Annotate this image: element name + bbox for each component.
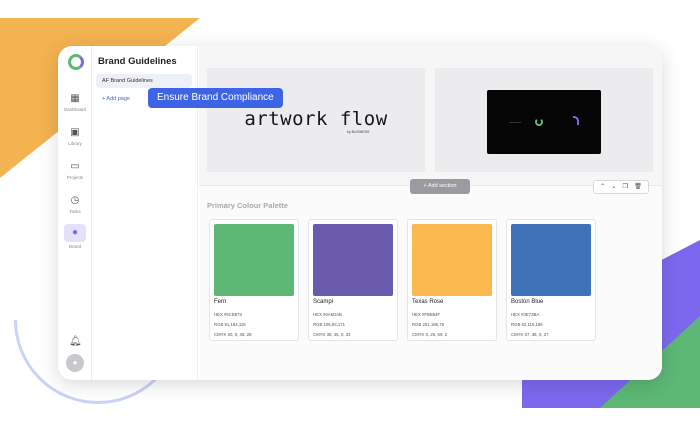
grid-icon: ▦ [70,93,80,104]
rail-item-library[interactable]: ▣ Library [58,126,92,146]
cmyk-value: CMYK 50, 0, 38, 28 [214,332,252,337]
color-swatch-card[interactable]: Fern HEX #5CB873 RGB 91,184,115 CMYK 50,… [209,219,299,341]
logo-image-card[interactable]: artwork flow by BUSINESS [207,68,425,172]
rail-item-label: Projects [66,175,84,180]
rail-item-label: Dashboard [63,107,86,112]
clock-icon: ◷ [70,195,80,206]
color-swatch-card[interactable]: Boston Blue HEX #3E73BA RGB 62,115,186 C… [506,219,596,341]
color-chip [412,224,492,296]
palette-icon: ● [64,224,86,242]
cmyk-value: CMYK 0, 26, 69, 2 [412,332,448,337]
logo-mark-ring-icon [535,118,543,126]
logo-subtitle: by BUSINESS [347,130,370,134]
color-swatch-card[interactable]: Scampi HEX #6A5DAB RGB 106,93,171 CMYK 3… [308,219,398,341]
app-logo-icon[interactable] [68,54,84,70]
duplicate-icon[interactable]: ❐ [623,181,628,193]
color-name: Scampi [313,299,334,305]
color-name: Boston Blue [511,299,544,305]
color-chip [313,224,393,296]
rail-item-label: Tasks [69,209,81,214]
delete-icon[interactable]: 🗑︎ [634,181,642,193]
sidebar-title: Brand Guidelines [98,56,177,67]
hex-value: HEX #6A5DAB [313,312,342,317]
color-chip [511,224,591,296]
color-name: Texas Rose [412,299,444,305]
page-item-af-brand-guidelines[interactable]: AF Brand Guidelines [96,74,192,88]
logo-mark-arc-icon [573,116,579,125]
color-chip [214,224,294,296]
hex-value: HEX #5CB873 [214,312,242,317]
hero-section: artwork flow by BUSINESS [199,46,662,186]
rgb-value: RGB 251,185,79 [412,322,445,327]
avatar[interactable]: ● [66,354,84,372]
callout-badge: Ensure Brand Compliance [148,88,283,108]
color-name: Fern [214,299,227,305]
move-up-icon[interactable]: ⌃ [600,181,605,193]
section-title: Primary Colour Palette [207,201,288,210]
icon-rail: ▦ Dashboard ▣ Library ▭ Projects ◷ Tasks… [58,46,92,380]
hex-value: HEX #FBB94F [412,312,441,317]
folder-icon: ▭ [70,161,80,172]
library-icon: ▣ [70,127,80,138]
rail-item-tasks[interactable]: ◷ Tasks [58,194,92,214]
rgb-value: RGB 106,93,171 [313,322,346,327]
section-tools: ⌃ ⌄ ❐ 🗑︎ [593,180,649,194]
dark-logo-preview [487,90,601,154]
cmyk-value: CMYK 67, 38, 0, 27 [511,332,549,337]
rgb-value: RGB 62,115,186 [511,322,543,327]
hex-value: HEX #3E73BA [511,312,540,317]
stage: ▦ Dashboard ▣ Library ▭ Projects ◷ Tasks… [0,0,700,430]
rail-item-dashboard[interactable]: ▦ Dashboard [58,92,92,112]
add-page-link[interactable]: + Add page [102,96,130,102]
cmyk-value: CMYK 38, 46, 0, 33 [313,332,351,337]
rail-item-projects[interactable]: ▭ Projects [58,160,92,180]
logo-mark-bar [509,122,521,123]
add-section-button[interactable]: + Add section [410,179,470,194]
rgb-value: RGB 91,184,115 [214,322,246,327]
color-swatch-card[interactable]: Texas Rose HEX #FBB94F RGB 251,185,79 CM… [407,219,497,341]
rail-item-label: Brand [68,244,81,249]
artwork-flow-logo: artwork flow [244,108,388,130]
rail-item-brand[interactable]: ● Brand [58,224,92,249]
bell-icon[interactable]: 🔔︎ [69,336,82,347]
dark-logo-image-card[interactable] [435,68,653,172]
rail-item-label: Library [68,141,82,146]
move-down-icon[interactable]: ⌄ [611,181,616,193]
